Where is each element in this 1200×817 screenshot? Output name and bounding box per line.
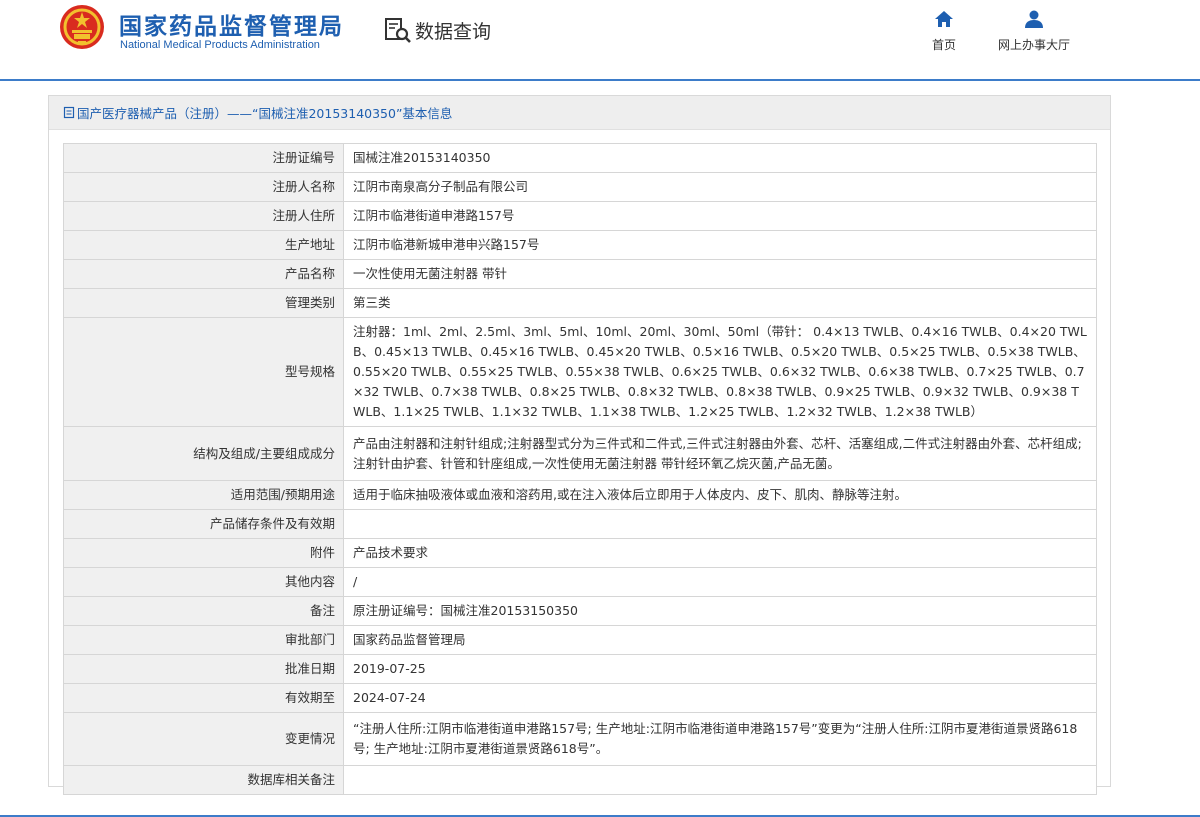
field-value: 原注册证编号：国械注准20153150350 (343, 596, 1097, 626)
table-row: 生产地址 江阴市临港新城申港申兴路157号 (63, 230, 1097, 260)
field-label: 审批部门 (63, 625, 344, 655)
field-value: 江阴市临港新城申港申兴路157号 (343, 230, 1097, 260)
table-row: 注册证编号 国械注准20153140350 (63, 143, 1097, 173)
field-label: 生产地址 (63, 230, 344, 260)
table-row: 型号规格 注射器：1ml、2ml、2.5ml、3ml、5ml、10ml、20ml、… (63, 317, 1097, 427)
field-label: 批准日期 (63, 654, 344, 684)
field-value: 江阴市临港街道申港路157号 (343, 201, 1097, 231)
table-row: 管理类别 第三类 (63, 288, 1097, 318)
field-label: 注册人名称 (63, 172, 344, 202)
data-query-link[interactable]: 数据查询 (383, 14, 491, 46)
header-divider (0, 79, 1200, 81)
registration-info-table: 注册证编号 国械注准20153140350 注册人名称 江阴市南泉高分子制品有限公司注… (63, 143, 1097, 795)
field-label: 备注 (63, 596, 344, 626)
field-value: 国家药品监督管理局 (343, 625, 1097, 655)
breadcrumb: 国产医疗器械产品（注册）——“国械注准20153140350”基本信息 (77, 106, 453, 121)
table-row: 变更情况 “注册人住所:江阴市临港街道申港路157号; 生产地址:江阴市临港街道申… (63, 712, 1097, 766)
detail-panel: 国产医疗器械产品（注册）——“国械注准20153140350”基本信息 注册证编… (48, 95, 1111, 795)
table-row: 审批部门 国家药品监督管理局 (63, 625, 1097, 655)
table-row: 注册人住所 江阴市临港街道申港路157号 (63, 201, 1097, 231)
user-icon (1025, 10, 1043, 28)
field-value: 产品技术要求 (343, 538, 1097, 568)
field-value (343, 765, 1097, 795)
site-title[interactable]: 国家药品监督管理局 (119, 7, 344, 41)
field-label: 变更情况 (63, 712, 344, 766)
field-label: 注册人住所 (63, 201, 344, 231)
field-value: 一次性使用无菌注射器 带针 (343, 259, 1097, 289)
field-label: 型号规格 (63, 317, 344, 427)
document-search-icon (385, 18, 411, 43)
table-row: 产品储存条件及有效期 (63, 509, 1097, 539)
field-label: 附件 (63, 538, 344, 568)
field-label: 产品名称 (63, 259, 344, 289)
table-row: 产品名称 一次性使用无菌注射器 带针 (63, 259, 1097, 289)
field-value: 注射器：1ml、2ml、2.5ml、3ml、5ml、10ml、20ml、30ml… (343, 317, 1097, 427)
site-header: 国家药品监督管理局 National Medical Products Admi… (0, 0, 1200, 80)
field-label: 管理类别 (63, 288, 344, 318)
field-label: 产品储存条件及有效期 (63, 509, 344, 539)
field-label: 其他内容 (63, 567, 344, 597)
field-label: 数据库相关备注 (63, 765, 344, 795)
table-row: 结构及组成/主要组成成分 产品由注射器和注射针组成;注射器型式分为三件式和二件式,… (63, 426, 1097, 481)
table-row: 备注 原注册证编号：国械注准20153150350 (63, 596, 1097, 626)
home-icon (935, 11, 953, 27)
data-query-label: 数据查询 (415, 20, 492, 43)
field-value: “注册人住所:江阴市临港街道申港路157号; 生产地址:江阴市临港街道申港路15… (343, 712, 1097, 766)
nav-online-hall-label: 网上办事大厅 (998, 38, 1071, 52)
field-value: 2024-07-24 (343, 683, 1097, 713)
nav-home[interactable]: 首页 (932, 8, 956, 53)
table-row: 其他内容 / (63, 567, 1097, 597)
field-value (343, 509, 1097, 539)
field-value: / (343, 567, 1097, 597)
field-label: 适用范围/预期用途 (63, 480, 344, 510)
nav-home-label: 首页 (932, 38, 957, 52)
field-value: 江阴市南泉高分子制品有限公司 (343, 172, 1097, 202)
national-emblem-icon[interactable] (58, 3, 106, 51)
document-icon (63, 106, 75, 119)
nav-online-hall[interactable]: 网上办事大厅 (998, 8, 1070, 53)
table-row: 数据库相关备注 (63, 765, 1097, 795)
field-value: 产品由注射器和注射针组成;注射器型式分为三件式和二件式,三件式注射器由外套、芯杆… (343, 426, 1097, 481)
field-value: 国械注准20153140350 (343, 143, 1097, 173)
field-label: 结构及组成/主要组成成分 (63, 426, 344, 481)
field-label: 有效期至 (63, 683, 344, 713)
field-label: 注册证编号 (63, 143, 344, 173)
table-row: 有效期至 2024-07-24 (63, 683, 1097, 713)
field-value: 第三类 (343, 288, 1097, 318)
table-row: 批准日期 2019-07-25 (63, 654, 1097, 684)
table-row: 适用范围/预期用途 适用于临床抽吸液体或血液和溶药用,或在注入液体后立即用于人体皮… (63, 480, 1097, 510)
table-row: 注册人名称 江阴市南泉高分子制品有限公司 (63, 172, 1097, 202)
site-subtitle: National Medical Products Administration (120, 39, 320, 51)
field-value: 适用于临床抽吸液体或血液和溶药用,或在注入液体后立即用于人体皮内、皮下、肌肉、静… (343, 480, 1097, 510)
panel-header: 国产医疗器械产品（注册）——“国械注准20153140350”基本信息 (49, 96, 1110, 130)
field-value: 2019-07-25 (343, 654, 1097, 684)
table-row: 附件 产品技术要求 (63, 538, 1097, 568)
